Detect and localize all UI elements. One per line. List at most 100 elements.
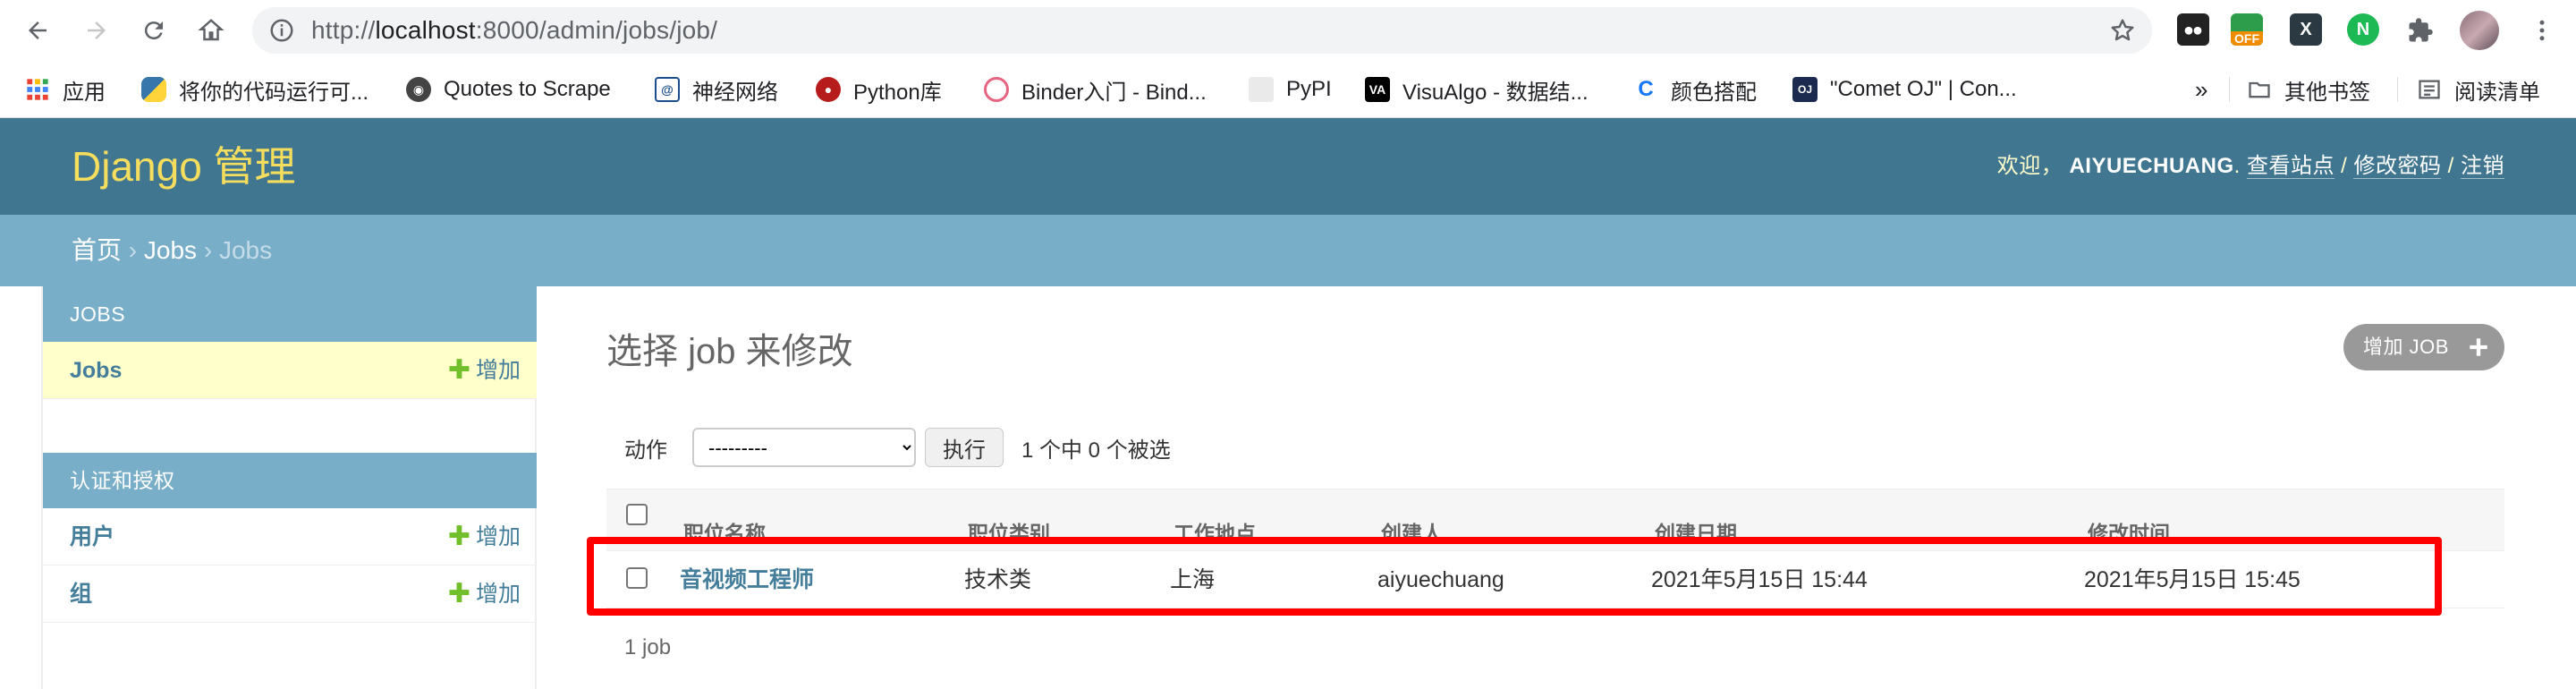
module-caption-auth[interactable]: 认证和授权 <box>43 453 537 508</box>
home-button[interactable] <box>190 9 233 52</box>
url-text: http://localhost:8000/admin/jobs/job/ <box>311 16 718 44</box>
user-tools: 欢迎， AIYUECHUANG. 查看站点 / 修改密码 / 注销 <box>1996 154 2504 179</box>
bookmark-star-icon[interactable] <box>2109 17 2136 44</box>
breadcrumb-app[interactable]: Jobs <box>144 236 197 264</box>
breadcrumb-home[interactable]: 首页 <box>72 236 122 264</box>
creator-cell: aiyuechuang <box>1377 567 1504 592</box>
table-row: 音视频工程师 技术类 上海 aiyuechuang 2021年5月15日 15:… <box>606 551 2504 608</box>
sidebar-item-groups: 组 ✚ 增加 <box>43 566 537 623</box>
logout-link[interactable]: 注销 <box>2461 154 2504 179</box>
admin-header: Django 管理 欢迎， AIYUECHUANG. 查看站点 / 修改密码 /… <box>0 118 2576 215</box>
reading-list-icon <box>2417 77 2442 102</box>
column-header-creator[interactable]: 创建人 <box>1381 516 1443 547</box>
add-job-link[interactable]: ✚ 增加 <box>448 342 521 399</box>
job-name-link[interactable]: 音视频工程师 <box>680 551 814 608</box>
pypi-icon <box>1249 77 1274 102</box>
sidebar-item-label[interactable]: Jobs <box>70 342 122 399</box>
bookmark-visualgo[interactable]: VA VisuAlgo - 数据结... <box>1365 61 1589 118</box>
module-caption-jobs[interactable]: JOBS <box>43 286 537 342</box>
forward-button[interactable] <box>75 9 118 52</box>
bookmark-python-lib[interactable]: ● Python库 <box>816 61 942 118</box>
bookmarks-divider <box>2397 77 2398 102</box>
action-select[interactable]: --------- <box>692 428 916 467</box>
add-group-link[interactable]: ✚ 增加 <box>448 566 521 623</box>
puzzle-icon <box>2409 18 2433 42</box>
python-icon <box>141 77 166 102</box>
binder-icon <box>984 77 1009 102</box>
run-action-button[interactable]: 执行 <box>925 428 1004 467</box>
add-plus-icon: ✚ <box>447 355 470 385</box>
bookmarks-divider <box>2229 77 2230 102</box>
reading-list-button[interactable]: 阅读清单 <box>2417 61 2540 118</box>
add-plus-icon: ✚ <box>447 522 470 551</box>
arrow-left-icon <box>29 21 47 39</box>
add-user-link[interactable]: ✚ 增加 <box>448 508 521 566</box>
location-cell: 上海 <box>1170 567 1216 592</box>
change-password-link[interactable]: 修改密码 <box>2353 154 2442 179</box>
python-lib-icon: ● <box>816 77 841 102</box>
view-site-link[interactable]: 查看站点 <box>2246 154 2334 179</box>
profile-avatar[interactable] <box>2460 11 2499 50</box>
column-header-job-name[interactable]: 职位名称 <box>683 516 766 547</box>
sidebar-item-users: 用户 ✚ 增加 <box>43 508 537 566</box>
plus-icon <box>2470 338 2487 356</box>
globe-icon: ◉ <box>406 77 431 102</box>
spiral-icon: @ <box>655 77 680 102</box>
arrow-right-icon <box>88 21 106 39</box>
paginator: 1 job <box>624 635 672 659</box>
n-extension-icon[interactable]: N <box>2347 13 2379 46</box>
nav-sidebar: JOBS Jobs ✚ 增加 认证和授权 用户 ✚ 增加 组 ✚ 增加 <box>41 286 537 689</box>
bookmark-apps[interactable]: 应用 <box>25 61 106 118</box>
username: AIYUECHUANG <box>2069 154 2234 178</box>
bookmarks-bar: 应用 将你的代码运行可... ◉ Quotes to Scrape @ 神经网络 ●… <box>0 61 2576 118</box>
browser-menu-button[interactable] <box>2521 9 2563 52</box>
sidebar-item-jobs: Jobs ✚ 增加 <box>43 342 537 399</box>
add-plus-icon: ✚ <box>447 579 470 608</box>
actions-bar: 动作 --------- 执行 1 个中 0 个被选 <box>606 421 1171 474</box>
table-header: 职位名称 职位类别 工作地点 创建人 创建日期 修改时间 <box>606 489 2504 551</box>
selection-counter: 1 个中 0 个被选 <box>1021 438 1171 463</box>
bookmark-comet-oj[interactable]: OJ "Comet OJ" | Con... <box>1792 61 2017 118</box>
column-header-location[interactable]: 工作地点 <box>1174 516 1256 547</box>
bookmark-quotes-to-scrape[interactable]: ◉ Quotes to Scrape <box>406 61 611 118</box>
modified-cell: 2021年5月15日 15:45 <box>2084 567 2301 592</box>
row-select-checkbox[interactable] <box>626 567 648 589</box>
sidebar-item-label[interactable]: 用户 <box>70 508 114 566</box>
tampermonkey-icon[interactable] <box>2177 13 2209 46</box>
bookmarks-overflow-button[interactable]: » <box>2195 61 2207 118</box>
address-bar[interactable]: http://localhost:8000/admin/jobs/job/ <box>252 7 2152 54</box>
apps-grid-icon <box>25 77 50 102</box>
bookmark-neural-net[interactable]: @ 神经网络 <box>655 61 778 118</box>
home-icon <box>198 19 225 41</box>
reload-button[interactable] <box>132 9 175 52</box>
column-header-job-type[interactable]: 职位类别 <box>968 516 1050 547</box>
folder-icon <box>2247 77 2272 102</box>
more-vertical-icon <box>2539 20 2545 41</box>
breadcrumb-current: Jobs <box>218 236 273 264</box>
breadcrumb: 首页 › Jobs › Jobs <box>0 215 2576 286</box>
bookmark-color-match[interactable]: C 颜色搭配 <box>1633 61 1757 118</box>
extensions-button[interactable] <box>2399 9 2442 52</box>
add-job-button[interactable]: 增加 JOB <box>2343 324 2504 370</box>
bookmark-binder[interactable]: Binder入门 - Bind... <box>984 61 1207 118</box>
reload-icon <box>144 21 163 40</box>
browser-toolbar: http://localhost:8000/admin/jobs/job/ OF… <box>0 0 2576 61</box>
column-header-modified[interactable]: 修改时间 <box>2088 516 2170 547</box>
column-header-created[interactable]: 创建日期 <box>1655 516 1737 547</box>
off-extension-icon[interactable]: OFF <box>2231 13 2263 46</box>
page-title: 选择 job 来修改 <box>606 332 853 371</box>
back-button[interactable] <box>16 9 59 52</box>
sidebar-item-label[interactable]: 组 <box>70 566 92 623</box>
visualgo-icon: VA <box>1365 77 1390 102</box>
bookmark-run-code[interactable]: 将你的代码运行可... <box>141 61 369 118</box>
x-extension-icon[interactable]: X <box>2290 13 2322 46</box>
bookmark-pypi[interactable]: PyPI <box>1249 61 1332 118</box>
info-icon[interactable] <box>268 17 295 44</box>
site-brand[interactable]: Django 管理 <box>72 118 296 215</box>
job-type-cell: 技术类 <box>964 567 1032 592</box>
select-all-checkbox[interactable] <box>626 504 648 525</box>
action-label: 动作 <box>624 438 667 463</box>
cometoj-icon: OJ <box>1792 77 1818 102</box>
bookmark-other-folder[interactable]: 其他书签 <box>2247 61 2370 118</box>
created-cell: 2021年5月15日 15:44 <box>1651 567 1868 592</box>
